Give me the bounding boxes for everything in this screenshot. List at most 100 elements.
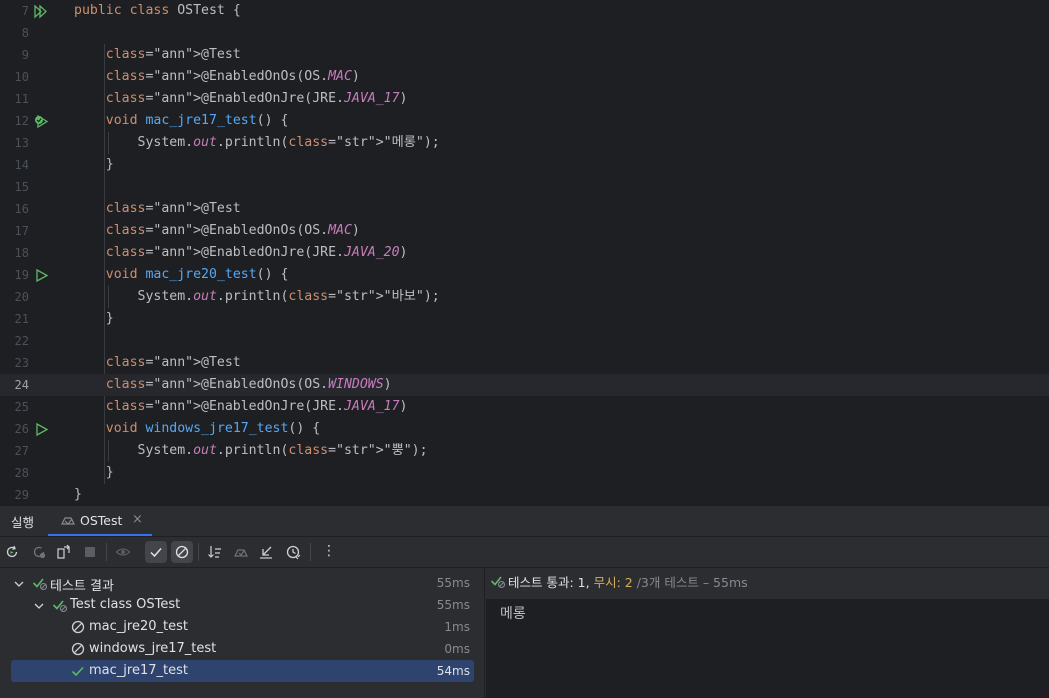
passed-ignored-icon (32, 575, 48, 591)
test-results-tree[interactable]: 테스트 결과 55ms Test class OSTest 55ms mac_jre20… (0, 568, 482, 698)
chevron-down-icon[interactable] (32, 598, 46, 612)
toggle-auto-test-button[interactable] (53, 541, 75, 563)
import-tests-button[interactable] (255, 541, 277, 563)
code-line[interactable]: 21 } (0, 308, 1049, 330)
code-line[interactable]: 11 class="ann">@EnabledOnJre(JRE.JAVA_17… (0, 88, 1049, 110)
code-line[interactable]: 14 } (0, 154, 1049, 176)
tree-item-label: mac_jre20_test (89, 619, 188, 634)
show-passed-toggle[interactable] (145, 541, 167, 563)
code-line[interactable]: 8 (0, 22, 1049, 44)
sort-alphabetically-button[interactable] (204, 541, 226, 563)
line-number: 15 (14, 180, 29, 194)
code-text: class="ann">@Test (105, 47, 241, 62)
code-line[interactable]: 16 class="ann">@Test (0, 198, 1049, 220)
code-text: System.out.println(class="str">"메롱"); (74, 135, 440, 150)
line-number: 16 (14, 202, 29, 216)
tool-window-tabbar: 실행 OSTest × (0, 506, 1049, 537)
tree-item-label: windows_jre17_test (89, 641, 217, 656)
code-editor[interactable]: 7 public class OSTest {8 9 class="ann">@Te… (0, 0, 1049, 505)
ignored-icon (70, 641, 86, 657)
run-test-icon[interactable] (34, 268, 49, 283)
tree-item-label: 테스트 결과 (50, 579, 114, 594)
rerun-failed-button[interactable] (28, 541, 50, 563)
code-line[interactable]: 25 class="ann">@EnabledOnJre(JRE.JAVA_17… (0, 396, 1049, 418)
code-line[interactable]: 26 void windows_jre17_test() { (0, 418, 1049, 440)
split-divider[interactable] (484, 568, 485, 698)
tab-run[interactable]: 실행 (11, 512, 34, 531)
chevron-down-icon[interactable] (12, 576, 26, 590)
code-text: class="ann">@EnabledOnOs(OS.WINDOWS) (105, 377, 392, 392)
code-line[interactable]: 23 class="ann">@Test (0, 352, 1049, 374)
line-number: 19 (14, 268, 29, 282)
toolbar-separator (198, 543, 199, 561)
code-line[interactable]: 18 class="ann">@EnabledOnJre(JRE.JAVA_20… (0, 242, 1049, 264)
rerun-icon (6, 545, 18, 558)
code-text: class="ann">@Test (105, 201, 241, 216)
code-line[interactable]: 12 void mac_jre17_test() { (0, 110, 1049, 132)
code-line[interactable]: 27 System.out.println(class="str">"뿡"); (0, 440, 1049, 462)
status-passed: 테스트 통과: 1, (508, 575, 590, 590)
test-console[interactable]: 테스트 통과: 1, 무시: 2 /3개 테스트 – 55ms 메롱 (486, 568, 1049, 698)
more-options-button[interactable]: ⋮ (315, 541, 337, 563)
line-number: 26 (14, 422, 29, 436)
sort-alphabetically-icon (208, 546, 221, 558)
rerun-failed-icon (33, 546, 46, 559)
test-history-icon (286, 545, 301, 560)
show-ignored-icon (175, 545, 189, 559)
run-passed-icon[interactable] (34, 114, 49, 129)
tree-item-duration: 54ms (436, 664, 470, 678)
check-icon (70, 663, 86, 679)
code-line[interactable]: 15 (0, 176, 1049, 198)
close-icon[interactable]: × (132, 512, 143, 527)
code-line[interactable]: 17 class="ann">@EnabledOnOs(OS.MAC) (0, 220, 1049, 242)
code-line[interactable]: 19 void mac_jre20_test() { (0, 264, 1049, 286)
line-number: 24 (14, 378, 29, 392)
code-line[interactable]: 28 } (0, 462, 1049, 484)
tree-item[interactable]: mac_jre20_test 1ms (0, 616, 482, 638)
test-runner-icon (61, 517, 75, 525)
line-number: 23 (14, 356, 29, 370)
tab-ostest[interactable]: OSTest × (60, 506, 148, 536)
run-toolbar: ⋮ (0, 537, 1049, 568)
show-ignored-toggle[interactable] (112, 541, 134, 563)
tree-item[interactable]: windows_jre17_test 0ms (0, 638, 482, 660)
run-class-icon[interactable] (34, 4, 49, 19)
test-history-button[interactable] (282, 541, 304, 563)
line-number: 27 (14, 444, 29, 458)
code-line[interactable]: 7 public class OSTest { (0, 0, 1049, 22)
line-number: 10 (14, 70, 29, 84)
code-line[interactable]: 20 System.out.println(class="str">"바보"); (0, 286, 1049, 308)
rerun-button[interactable] (1, 541, 23, 563)
more-options-icon: ⋮ (322, 543, 336, 559)
tree-item[interactable]: 테스트 결과 55ms (0, 572, 482, 594)
line-number: 28 (14, 466, 29, 480)
tests-passed-ignored-icon (490, 576, 506, 589)
passed-ignored-icon (52, 597, 68, 613)
line-number: 13 (14, 136, 29, 150)
code-text: System.out.println(class="str">"바보"); (74, 289, 440, 304)
line-number: 7 (21, 4, 29, 18)
code-line[interactable]: 29} (0, 484, 1049, 505)
tree-item-duration: 1ms (444, 620, 470, 634)
tree-item[interactable]: Test class OSTest 55ms (0, 594, 482, 616)
code-line[interactable]: 22 (0, 330, 1049, 352)
code-line[interactable]: 9 class="ann">@Test (0, 44, 1049, 66)
stop-button[interactable] (79, 541, 101, 563)
sort-by-duration-button[interactable] (230, 541, 252, 563)
code-text: class="ann">@Test (105, 355, 241, 370)
code-line[interactable]: 13 System.out.println(class="str">"메롱"); (0, 132, 1049, 154)
tree-item[interactable]: mac_jre17_test 54ms (0, 660, 482, 682)
show-ignored-button[interactable] (171, 541, 193, 563)
code-line[interactable]: 10 class="ann">@EnabledOnOs(OS.MAC) (0, 66, 1049, 88)
line-number: 12 (14, 114, 29, 128)
code-line[interactable]: 24 class="ann">@EnabledOnOs(OS.WINDOWS) (0, 374, 1049, 396)
status-ignored: 무시: 2 (593, 575, 633, 590)
line-number: 25 (14, 400, 29, 414)
run-tool-window: 실행 OSTest × ⋮ 테스트 결과 55ms Test class OST… (0, 505, 1049, 698)
code-text: System.out.println(class="str">"뿡"); (74, 443, 428, 458)
code-text: } (74, 157, 114, 172)
line-number: 17 (14, 224, 29, 238)
run-test-icon[interactable] (34, 422, 49, 437)
stop-icon (85, 547, 95, 557)
status-summary: 테스트 통과: 1, 무시: 2 /3개 테스트 – 55ms (508, 572, 748, 591)
